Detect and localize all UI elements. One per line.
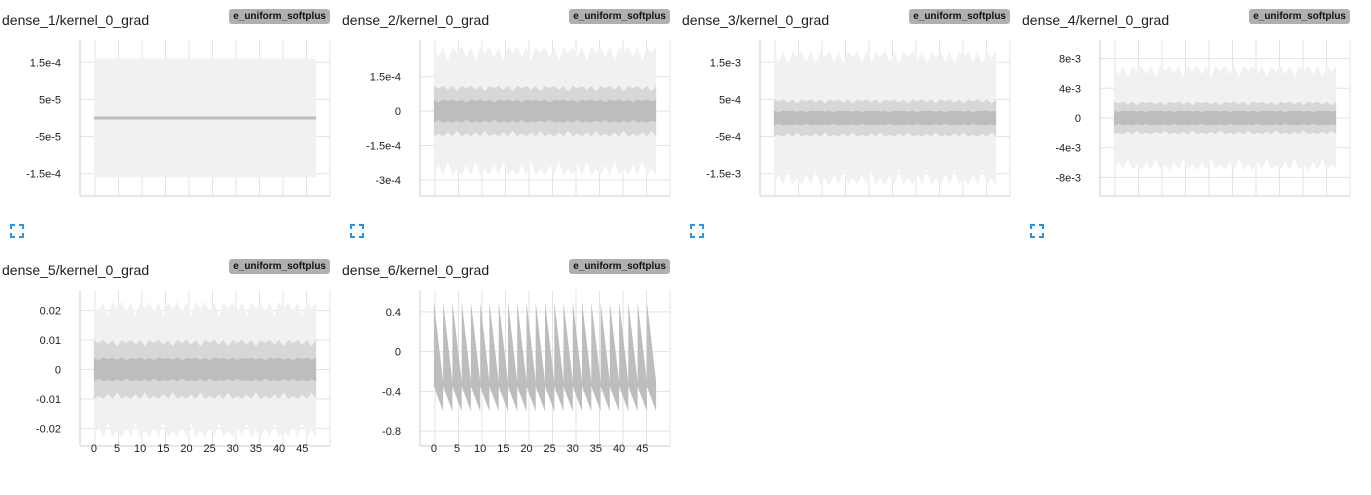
y-tick-label: 0.01 [40,335,61,347]
histogram-card: dense_5/kernel_0_grad e_uniform_softplus 0… [0,250,331,495]
chart-title: dense_4/kernel_0_grad [1022,12,1170,28]
y-tick-label: -0.8 [382,426,401,438]
y-tick-label: -1.5e-4 [366,141,401,153]
histogram-plot: 1.5e-3 5e-4 -5e-4 -1.5e-3 [706,40,1011,197]
x-tick-label: 35 [250,443,262,455]
y-tick-label: 4e-3 [1059,83,1081,95]
y-tick-label: 1.5e-4 [370,72,401,84]
x-tick-label: 15 [157,443,169,455]
chart-title: dense_3/kernel_0_grad [682,12,830,28]
run-tag: e_uniform_softplus [569,259,670,274]
x-tick-label: 5 [114,443,120,455]
run-tag: e_uniform_softplus [909,9,1010,24]
histogram-plot: 8e-3 4e-3 0 -4e-3 -8e-3 [1055,40,1351,197]
fullscreen-icon[interactable] [1030,224,1044,238]
run-tag: e_uniform_softplus [1249,9,1350,24]
x-tick-label: 20 [520,443,532,455]
x-tick-label: 35 [590,443,602,455]
x-tick-label: 45 [296,443,308,455]
x-tick-label: 30 [567,443,579,455]
y-tick-label: 1.5e-3 [710,57,741,69]
y-tick-label: 0 [55,364,61,376]
chart-title: dense_5/kernel_0_grad [2,262,150,278]
y-tick-label: 1.5e-4 [30,57,61,69]
y-tick-label: 5e-4 [719,94,741,106]
y-tick-label: -5e-4 [715,132,741,144]
x-tick-label: 10 [134,443,146,455]
y-tick-label: -3e-4 [375,175,401,187]
x-tick-label: 40 [613,443,625,455]
distribution-band-inner [93,116,317,120]
x-tick-label: 45 [636,443,648,455]
histogram-card: dense_1/kernel_0_grad e_uniform_softplus 1… [0,0,331,245]
histogram-card: dense_6/kernel_0_grad e_uniform_softplus 0… [340,250,671,495]
x-tick-label: 25 [204,443,216,455]
y-tick-label: 0.4 [386,307,401,319]
x-tick-label: 30 [227,443,239,455]
distribution-band-inner [93,357,317,382]
x-tick-label: 5 [454,443,460,455]
y-tick-label: 5e-5 [39,94,61,106]
distribution-band-inner [773,110,997,126]
distribution-band-inner [433,99,657,123]
run-tag: e_uniform_softplus [229,259,330,274]
y-tick-label: -5e-5 [35,132,61,144]
y-tick-label: -8e-3 [1055,172,1081,184]
x-tick-label: 15 [497,443,509,455]
histogram-card: dense_4/kernel_0_grad e_uniform_softplus 8… [1020,0,1351,245]
y-tick-label: -4e-3 [1055,143,1081,155]
fullscreen-icon[interactable] [690,224,704,238]
fullscreen-icon[interactable] [350,224,364,238]
x-tick-label: 0 [431,443,437,455]
histogram-card: dense_2/kernel_0_grad e_uniform_softplus 1… [340,0,671,245]
x-tick-label: 40 [273,443,285,455]
y-tick-label: -0.01 [36,394,61,406]
y-tick-label: -1.5e-3 [706,169,741,181]
x-tick-label: 10 [474,443,486,455]
x-tick-label: 25 [544,443,556,455]
y-tick-label: 0.02 [40,306,61,318]
y-tick-label: 0 [1075,113,1081,125]
histogram-card: dense_3/kernel_0_grad e_uniform_softplus 1… [680,0,1011,245]
y-tick-label: 0 [395,347,401,359]
histogram-plot: 1.5e-4 5e-5 -5e-5 -1.5e-4 [26,40,331,197]
y-tick-label: 8e-3 [1059,54,1081,66]
chart-title: dense_6/kernel_0_grad [342,262,490,278]
histogram-plot: 1.5e-4 0 -1.5e-4 -3e-4 [366,40,671,197]
x-tick-label: 0 [91,443,97,455]
distribution-band-inner [1113,110,1337,126]
chart-title: dense_1/kernel_0_grad [2,12,150,28]
y-tick-label: -0.4 [382,386,401,398]
x-tick-label: 20 [180,443,192,455]
histogram-plot: 0.02 0.01 0 -0.01 -0.02 0 5 10 15 20 25 30 35 40 45 [36,290,331,455]
y-tick-label: -0.02 [36,423,61,435]
fullscreen-icon[interactable] [10,224,24,238]
histogram-plot: 0.4 0 -0.4 -0.8 0 5 10 15 20 25 30 35 40 45 [382,290,671,455]
run-tag: e_uniform_softplus [569,9,670,24]
y-tick-label: -1.5e-4 [26,169,61,181]
y-tick-label: 0 [395,106,401,118]
run-tag: e_uniform_softplus [229,9,330,24]
chart-title: dense_2/kernel_0_grad [342,12,490,28]
